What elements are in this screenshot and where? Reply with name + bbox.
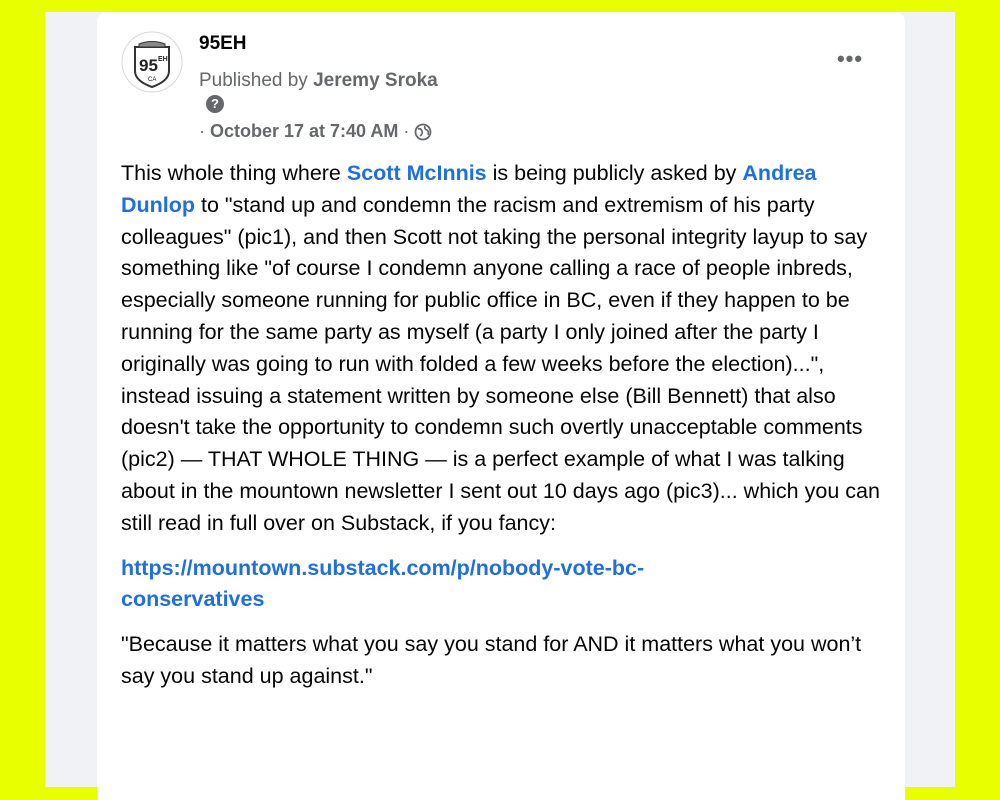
post-timestamp-link[interactable]: October 17 at 7:40 AM [210, 121, 398, 142]
avatar-sub-text: CA [148, 77, 156, 83]
post-body: This whole thing where Scott McInnis is … [121, 158, 881, 693]
page-logo-icon: 95 EH CA [121, 31, 183, 93]
avatar-sup-text: EH [158, 56, 168, 63]
body-text: to "stand up and condemn the racism and … [121, 192, 880, 535]
avatar-main-text: 95 [139, 56, 158, 75]
question-icon[interactable]: ? [206, 95, 224, 113]
post-paragraph-3: "Because it matters what you say you sta… [121, 632, 862, 688]
page-name-link[interactable]: 95EH [199, 33, 247, 55]
more-options-button[interactable]: ••• [832, 44, 868, 74]
date-separator: · [403, 121, 410, 141]
substack-link-part-2[interactable]: conservatives [121, 587, 264, 611]
published-by: Published by Jeremy Sroka [199, 70, 438, 92]
author-name-link[interactable]: Jeremy Sroka [313, 70, 438, 91]
page-avatar[interactable]: 95 EH CA [121, 31, 183, 93]
post-dateline: · October 17 at 7:40 AM · [199, 121, 432, 142]
post-paragraph-2: https://mountown.substack.com/p/nobody-v… [121, 553, 881, 617]
globe-icon[interactable] [414, 123, 432, 141]
body-text: This whole thing where [121, 161, 347, 185]
substack-link-part-1[interactable]: https://mountown.substack.com/p/nobody-v… [121, 556, 644, 580]
post-paragraph-1: This whole thing where Scott McInnis is … [121, 158, 881, 540]
date-separator: · [199, 121, 205, 141]
body-text: is being publicly asked by [486, 161, 743, 185]
published-by-prefix: Published by [199, 70, 314, 91]
mention-scott-mcinnis[interactable]: Scott McInnis [347, 161, 487, 185]
